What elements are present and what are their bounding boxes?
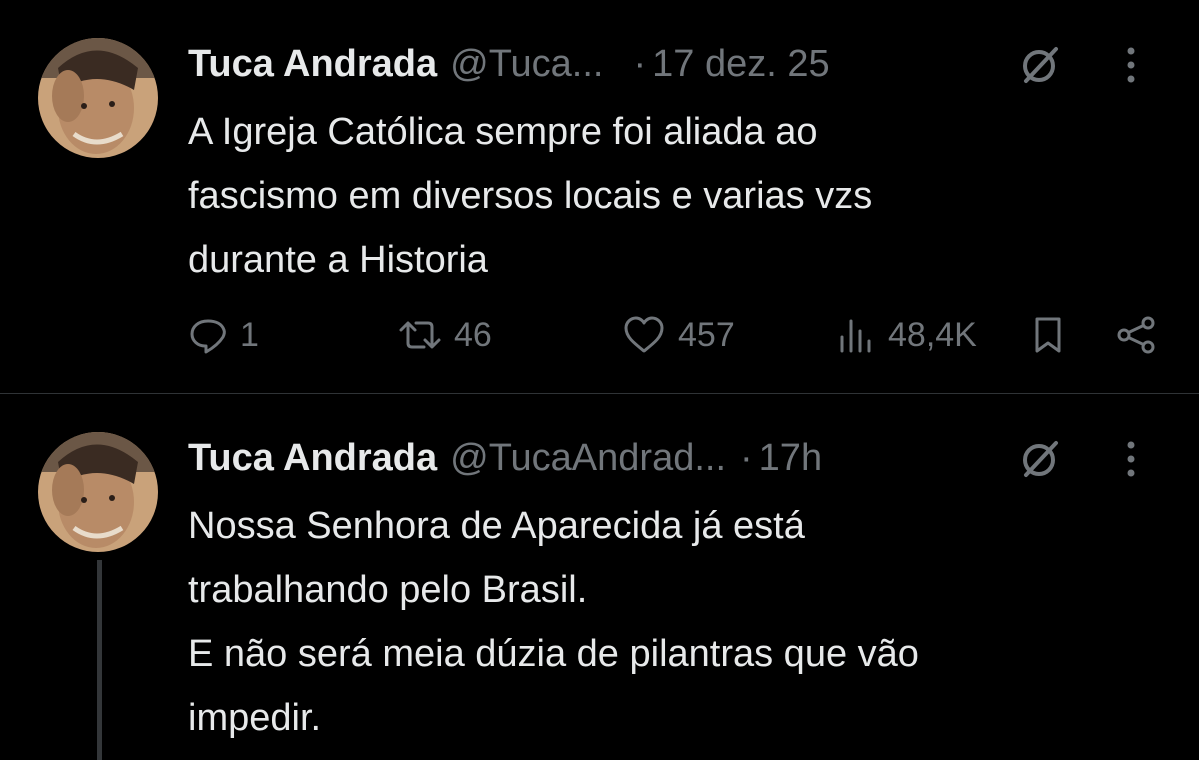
bookmark-button[interactable] bbox=[1028, 310, 1068, 360]
tweet-timestamp[interactable]: 17 dez. 25 bbox=[652, 43, 829, 86]
separator-dot: · bbox=[740, 436, 753, 479]
views-count: 48,4K bbox=[888, 315, 977, 354]
tweet-text-line: Nossa Senhora de Aparecida já está bbox=[188, 505, 805, 547]
author-avatar[interactable] bbox=[38, 38, 158, 158]
bookmark-icon bbox=[1035, 317, 1061, 353]
views-chart-icon bbox=[840, 319, 871, 353]
retweet-count: 46 bbox=[454, 315, 492, 354]
tweet-text-line: trabalhando pelo Brasil. bbox=[188, 569, 588, 611]
grok-icon[interactable] bbox=[1018, 437, 1062, 481]
heart-icon bbox=[624, 316, 664, 353]
tweet-header: Tuca Andrada @Tuca... · 17 dez. 25 bbox=[188, 40, 1178, 88]
author-avatar[interactable] bbox=[38, 432, 158, 552]
reply-count: 1 bbox=[240, 315, 259, 354]
views-button[interactable]: 48,4K bbox=[836, 310, 977, 360]
author-name[interactable]: Tuca Andrada bbox=[188, 43, 437, 86]
tweet-text-line: A Igreja Católica sempre foi aliada ao bbox=[188, 111, 818, 153]
retweet-icon bbox=[399, 321, 441, 349]
tweet-text-line: impedir. bbox=[188, 697, 322, 739]
thread-connector-line bbox=[97, 560, 102, 760]
like-button[interactable]: 457 bbox=[622, 310, 735, 360]
tweet-text: A Igreja Católica sempre foi aliada ao f… bbox=[188, 100, 1168, 292]
tweet-text: Nossa Senhora de Aparecida já está traba… bbox=[188, 494, 1168, 750]
reply-button[interactable]: 1 bbox=[188, 310, 259, 360]
more-options-icon[interactable] bbox=[1124, 440, 1138, 478]
tweet-2[interactable]: Tuca Andrada @TucaAndrad... · 17h Nossa … bbox=[0, 394, 1199, 760]
more-options-icon[interactable] bbox=[1124, 46, 1138, 84]
like-count: 457 bbox=[678, 315, 735, 354]
tweet-text-line: E não será meia dúzia de pilantras que v… bbox=[188, 633, 919, 675]
reply-icon bbox=[190, 319, 226, 354]
grok-icon[interactable] bbox=[1018, 43, 1062, 87]
author-handle[interactable]: @Tuca... bbox=[450, 43, 603, 86]
tweet-text-line: fascismo em diversos locais e varias vzs bbox=[188, 175, 873, 217]
tweet-text-line: durante a Historia bbox=[188, 239, 488, 281]
tweet-timestamp[interactable]: 17h bbox=[759, 437, 822, 480]
tweet-1[interactable]: Tuca Andrada @Tuca... · 17 dez. 25 A Igr… bbox=[0, 0, 1199, 393]
share-icon bbox=[1117, 316, 1155, 354]
avatar-photo bbox=[38, 38, 158, 158]
tweet-header: Tuca Andrada @TucaAndrad... · 17h bbox=[188, 434, 1178, 482]
author-name[interactable]: Tuca Andrada bbox=[188, 437, 437, 480]
tweet-actions: 1 46 457 48,4K bbox=[188, 310, 1168, 360]
retweet-button[interactable]: 46 bbox=[398, 310, 492, 360]
separator-dot: · bbox=[633, 42, 647, 85]
share-button[interactable] bbox=[1114, 310, 1158, 360]
avatar-photo bbox=[38, 432, 158, 552]
author-handle[interactable]: @TucaAndrad... bbox=[450, 437, 726, 480]
